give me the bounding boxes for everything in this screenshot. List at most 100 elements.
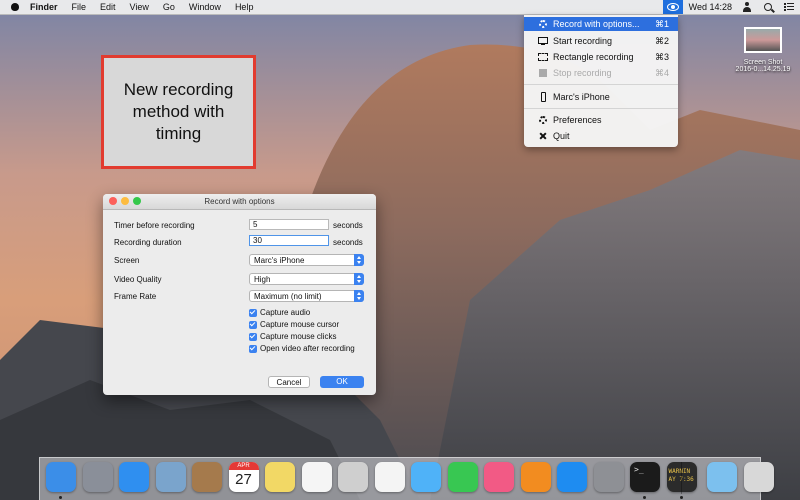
downloads-folder-icon[interactable]: [707, 462, 737, 492]
menu-view[interactable]: View: [130, 2, 149, 12]
spotlight-search-icon[interactable]: [764, 3, 772, 11]
quality-label: Video Quality: [114, 275, 162, 284]
photos-icon[interactable]: [374, 462, 405, 492]
reminders-icon[interactable]: [301, 462, 332, 492]
menu-item-device[interactable]: Marc's iPhone: [524, 90, 678, 104]
chevron-updown-icon: [354, 254, 364, 266]
safari-icon[interactable]: [119, 462, 149, 492]
checkbox-capture-audio[interactable]: Capture audio: [249, 308, 310, 317]
menu-separator: [524, 84, 678, 85]
apple-menu-icon[interactable]: [10, 2, 20, 12]
menu-item-label: Quit: [553, 131, 570, 141]
recorder-status-icon[interactable]: [662, 0, 683, 14]
screen-label: Screen: [114, 256, 140, 265]
menu-item-label: Rectangle recording: [553, 52, 634, 62]
close-icon: [538, 131, 548, 141]
checkbox-label: Capture audio: [260, 308, 311, 317]
terminal-prompt: >_: [634, 465, 644, 474]
checkbox-checked-icon: [249, 320, 257, 329]
screen-icon: [538, 36, 548, 46]
phone-icon: [538, 92, 548, 102]
quality-select[interactable]: High: [249, 273, 364, 285]
menu-window[interactable]: Window: [189, 2, 221, 12]
menu-clock[interactable]: Wed 14:28: [689, 2, 732, 12]
ok-button[interactable]: OK: [320, 376, 364, 388]
minimize-window-button[interactable]: [121, 197, 129, 205]
finder-icon[interactable]: [46, 462, 76, 492]
dock-divider: [681, 462, 682, 494]
cancel-button[interactable]: Cancel: [268, 376, 310, 388]
stop-icon: [538, 68, 548, 78]
timer-input[interactable]: 5: [249, 219, 329, 230]
menu-help[interactable]: Help: [235, 2, 254, 12]
facetime-icon[interactable]: [447, 462, 478, 492]
menu-item-stop-recording[interactable]: Stop recording ⌘4: [524, 66, 678, 80]
photo-booth-icon[interactable]: [338, 462, 368, 492]
menu-item-shortcut: ⌘3: [654, 51, 669, 62]
contacts-icon[interactable]: [192, 462, 222, 492]
launchpad-icon[interactable]: [82, 462, 113, 492]
menu-go[interactable]: Go: [163, 2, 175, 12]
system-preferences-icon[interactable]: [593, 462, 624, 492]
checkbox-label: Open video after recording: [260, 344, 355, 353]
dialog-title: Record with options: [204, 197, 275, 206]
trash-icon[interactable]: [743, 462, 774, 492]
gear-icon: [538, 115, 548, 125]
menu-item-label: Marc's iPhone: [553, 92, 610, 102]
notes-icon[interactable]: [265, 462, 295, 492]
notification-center-icon[interactable]: [784, 3, 794, 11]
timer-label: Timer before recording: [114, 221, 195, 230]
checkbox-checked-icon: [249, 308, 257, 317]
framerate-select[interactable]: Maximum (no limit): [249, 290, 364, 302]
framerate-label: Frame Rate: [114, 292, 157, 301]
framerate-select-value: Maximum (no limit): [254, 292, 322, 301]
messages-icon[interactable]: [411, 462, 441, 492]
calendar-icon[interactable]: APR 27: [228, 462, 259, 492]
file-name-line1: Screen Shot: [743, 59, 783, 66]
itunes-icon[interactable]: [484, 462, 514, 492]
menu-item-rectangle-recording[interactable]: Rectangle recording ⌘3: [524, 50, 678, 64]
user-icon[interactable]: [742, 2, 752, 12]
menu-app-name[interactable]: Finder: [30, 2, 58, 12]
zoom-window-button[interactable]: [133, 197, 141, 205]
terminal-icon[interactable]: >_: [630, 462, 660, 492]
menu-item-quit[interactable]: Quit: [524, 129, 678, 143]
running-indicator: [679, 496, 683, 499]
dialog-titlebar[interactable]: Record with options: [103, 194, 376, 210]
checkbox-open-video[interactable]: Open video after recording: [249, 344, 355, 353]
checkbox-checked-icon: [249, 332, 257, 341]
calendar-month: APR: [228, 462, 259, 470]
duration-label: Recording duration: [114, 238, 182, 247]
running-indicator: [643, 496, 646, 499]
desktop-file-screenshot[interactable]: Screen Shot 2016-0...14.25.19: [730, 27, 796, 73]
annotation-text: New recording method with timing: [123, 80, 234, 143]
duration-unit: seconds: [333, 238, 363, 247]
menu-item-start-recording[interactable]: Start recording ⌘2: [524, 34, 678, 48]
annotation-callout: New recording method with timing: [101, 55, 256, 169]
record-options-dialog: Record with options Timer before recordi…: [103, 194, 376, 395]
close-window-button[interactable]: [109, 197, 117, 205]
screen-select[interactable]: Marc's iPhone: [249, 254, 364, 266]
menu-separator: [524, 108, 678, 109]
menu-item-preferences[interactable]: Preferences: [524, 113, 678, 127]
duration-input[interactable]: 30: [249, 235, 329, 246]
checkbox-capture-cursor[interactable]: Capture mouse cursor: [249, 320, 339, 329]
preview-icon[interactable]: [155, 462, 186, 492]
menu-item-shortcut: ⌘2: [654, 35, 669, 46]
menu-item-shortcut: ⌘1: [654, 18, 669, 29]
recorder-status-menu: Record with options... ⌘1 Start recordin…: [524, 15, 678, 147]
menu-item-label: Preferences: [553, 115, 602, 125]
app-store-icon[interactable]: [557, 462, 587, 492]
menu-file[interactable]: File: [72, 2, 87, 12]
menu-item-label: Record with options...: [553, 19, 640, 29]
menu-item-label: Stop recording: [553, 68, 612, 78]
file-name-line2: 2016-0...14.25.19: [735, 66, 791, 73]
menu-bar: Finder File Edit View Go Window Help Wed…: [0, 0, 800, 15]
chevron-updown-icon: [354, 290, 364, 302]
ibooks-icon[interactable]: [520, 462, 551, 492]
calendar-day: 27: [235, 471, 252, 488]
checkbox-label: Capture mouse clicks: [260, 332, 337, 341]
checkbox-capture-clicks[interactable]: Capture mouse clicks: [249, 332, 336, 341]
menu-item-record-with-options[interactable]: Record with options... ⌘1: [524, 17, 678, 31]
menu-edit[interactable]: Edit: [100, 2, 116, 12]
